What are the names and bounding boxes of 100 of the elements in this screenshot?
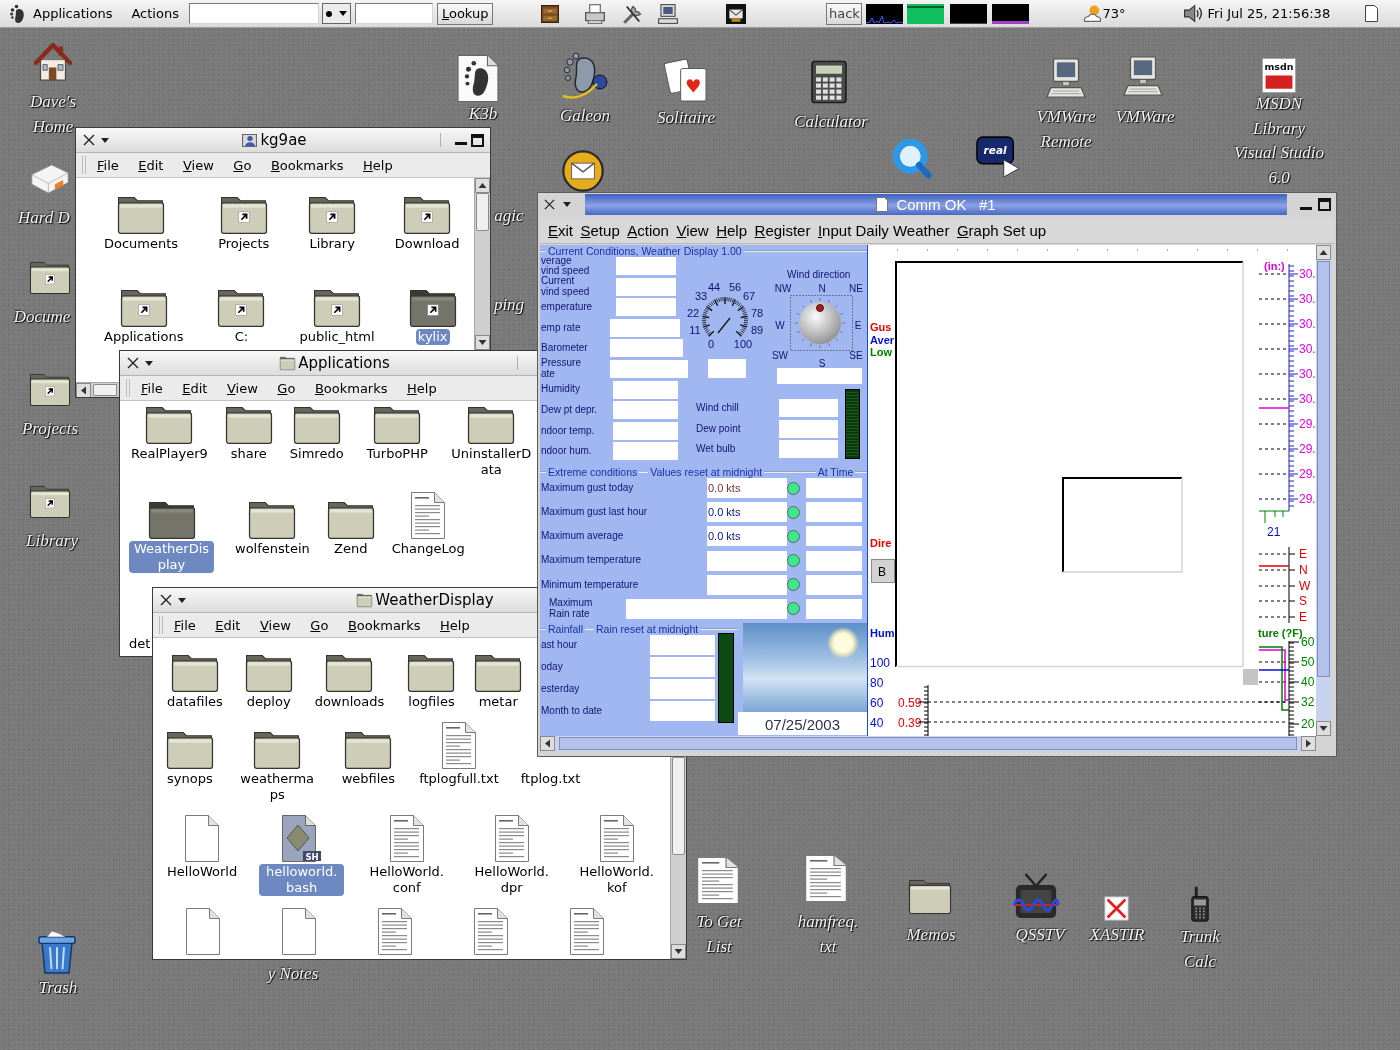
desktop-icon-label[interactable]: agic <box>492 204 526 229</box>
file-label[interactable]: logfiles <box>406 694 457 710</box>
file-label[interactable]: share <box>228 446 269 462</box>
menu-item[interactable]: Edit <box>182 380 208 396</box>
menu-item[interactable]: Exit <box>548 222 573 239</box>
menu-item[interactable]: Action <box>627 222 669 239</box>
folder-icon[interactable] <box>475 655 522 692</box>
file-label[interactable]: deploy <box>244 694 293 710</box>
menu-item[interactable]: Go <box>277 380 296 396</box>
file-label[interactable]: Simredo <box>287 446 346 462</box>
menu-item[interactable]: Help <box>716 222 748 239</box>
menu-item[interactable]: Bookmarks <box>314 380 388 396</box>
shortcut-folder-icon[interactable] <box>404 197 451 234</box>
footprint-document-icon[interactable] <box>457 55 499 102</box>
blank-file-icon[interactable] <box>185 815 220 862</box>
launcher-button[interactable]: hack <box>826 2 863 25</box>
speaker-icon[interactable] <box>1183 5 1202 22</box>
desktop-icon-label[interactable]: Solitaire <box>641 106 731 131</box>
folder-icon[interactable] <box>326 655 373 692</box>
maximize-icon[interactable] <box>471 133 484 147</box>
desktop-icon-label[interactable]: MSDN Library Visual Studio 6.0 <box>1233 92 1325 190</box>
menu-item[interactable]: View <box>676 222 709 239</box>
desktop-icon-label[interactable]: y Notes <box>258 962 328 987</box>
load-graph[interactable] <box>950 3 988 24</box>
desktop-icon-label[interactable]: Galeon <box>545 104 625 129</box>
text-file-icon[interactable] <box>441 722 476 769</box>
menu-item[interactable]: Edit <box>138 157 164 173</box>
file-label[interactable]: kylix <box>415 329 450 345</box>
file-label[interactable]: WeatherDisplay <box>129 541 214 573</box>
horizontal-scrollbar[interactable] <box>540 736 1316 751</box>
computer-icon[interactable] <box>1123 56 1163 96</box>
folder-icon[interactable] <box>225 407 272 444</box>
cloud-sun-icon[interactable] <box>1084 5 1102 22</box>
folder-icon[interactable] <box>345 732 392 769</box>
file-label[interactable]: ftplog.txt <box>520 771 581 787</box>
text-file-icon[interactable] <box>599 815 634 862</box>
desktop-icon-label[interactable]: Hard D <box>14 206 74 231</box>
file-label[interactable]: TurboPHP <box>364 446 430 462</box>
folder-icon[interactable] <box>909 880 951 914</box>
file-label[interactable]: C: <box>232 329 251 345</box>
blank-file-icon[interactable] <box>282 908 316 955</box>
close-icon[interactable] <box>127 357 139 369</box>
scroll-down-icon[interactable] <box>1316 721 1331 736</box>
file-label[interactable]: Applications <box>102 329 186 345</box>
file-label[interactable]: helloworld.bash <box>259 864 345 896</box>
file-label[interactable]: wolfenstein <box>233 541 312 557</box>
folder-icon[interactable] <box>148 502 195 539</box>
envelope-icon[interactable] <box>726 3 747 24</box>
file-label[interactable]: Library <box>307 236 357 252</box>
tools-icon[interactable] <box>623 3 644 24</box>
vertical-scrollbar[interactable] <box>1316 245 1331 736</box>
menu-item[interactable]: Help <box>363 157 393 173</box>
menu-item[interactable]: Go <box>233 157 252 173</box>
footprint-icon[interactable] <box>562 52 608 100</box>
scrollbar-thumb[interactable] <box>1317 261 1330 677</box>
file-label[interactable]: public_html <box>297 329 377 345</box>
text-field[interactable] <box>188 3 319 24</box>
close-icon[interactable] <box>160 594 172 606</box>
graph-button[interactable]: B <box>871 559 895 583</box>
menu-item[interactable]: Register <box>754 222 811 239</box>
menu-item[interactable]: Help <box>440 617 470 633</box>
cabinet-icon[interactable] <box>541 4 560 23</box>
file-label[interactable]: ftplogfull.txt <box>417 771 501 787</box>
desktop-icon-label[interactable]: Library <box>12 529 92 554</box>
file-label[interactable]: Download <box>392 236 462 252</box>
text-file-icon[interactable] <box>805 855 847 902</box>
desktop-icon-label[interactable]: Memos <box>896 923 966 948</box>
house-icon[interactable] <box>33 42 73 82</box>
cross-icon[interactable] <box>1104 896 1129 921</box>
file-label[interactable]: RealPlayer9 <box>129 446 210 462</box>
folder-icon[interactable] <box>408 655 455 692</box>
file-label[interactable]: downloads <box>312 694 387 710</box>
file-label[interactable]: weathermaps <box>234 771 320 803</box>
load-graph[interactable] <box>866 3 904 24</box>
panel-menu[interactable]: Applications <box>33 6 113 21</box>
vertical-scrollbar[interactable] <box>474 178 490 350</box>
close-icon[interactable] <box>83 134 95 146</box>
file-label[interactable]: UninstallerData <box>448 446 534 478</box>
caret-icon[interactable] <box>178 597 186 603</box>
shortcut-folder-icon[interactable] <box>314 290 361 327</box>
file-label[interactable]: Projects <box>216 236 272 252</box>
text-file-icon[interactable] <box>474 908 508 955</box>
scroll-left-icon[interactable] <box>76 383 91 397</box>
calculator-icon[interactable] <box>811 60 847 104</box>
file-label[interactable]: Zend <box>332 541 370 557</box>
envelope-icon[interactable] <box>562 150 604 192</box>
logo-icon[interactable]: msdn <box>1262 58 1296 93</box>
file-label[interactable]: ChangeLog <box>389 541 467 557</box>
file-label[interactable]: HelloWorld.dpr <box>469 864 555 896</box>
text-file-icon[interactable] <box>570 908 604 955</box>
desktop-icon-label[interactable]: K3b <box>458 102 508 127</box>
shortcut-folder-icon[interactable] <box>409 290 456 327</box>
tv-icon[interactable] <box>1013 873 1059 919</box>
folder-icon[interactable] <box>146 407 193 444</box>
folder-icon[interactable] <box>468 407 515 444</box>
text-field[interactable] <box>354 3 433 24</box>
dropdown-button[interactable] <box>321 3 351 24</box>
folder-icon[interactable] <box>118 197 165 234</box>
menu-item[interactable]: View <box>182 157 214 173</box>
maximize-icon[interactable] <box>1318 198 1331 211</box>
